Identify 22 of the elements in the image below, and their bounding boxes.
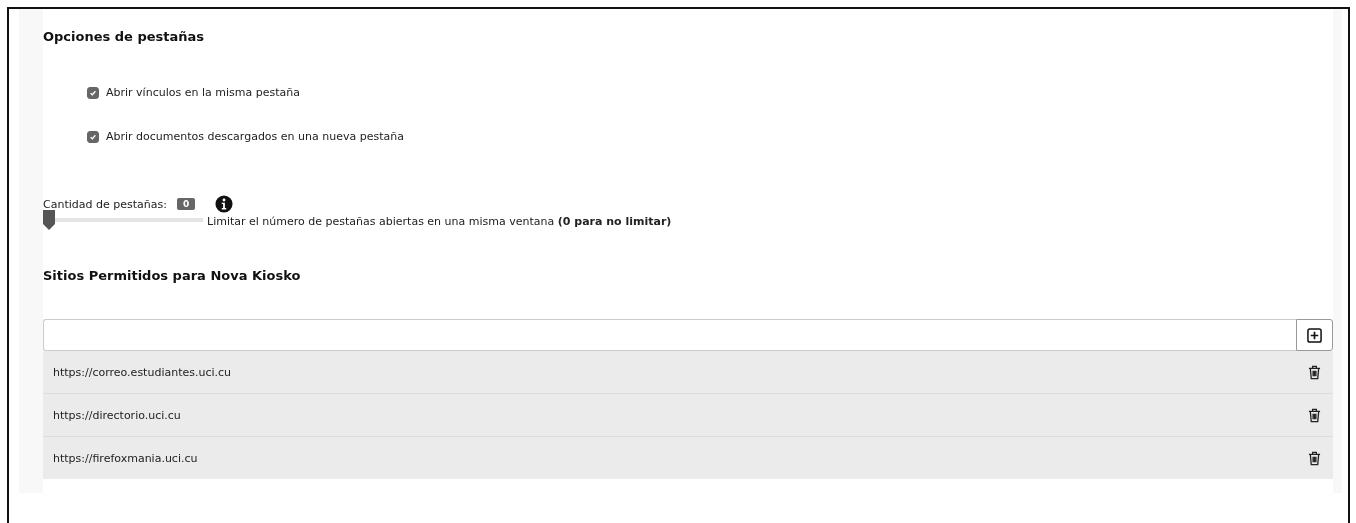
slider-thumb[interactable]: [43, 210, 55, 230]
site-url: https://firefoxmania.uci.cu: [53, 451, 198, 465]
trash-icon[interactable]: [1308, 407, 1321, 423]
checkbox[interactable]: [87, 130, 99, 143]
trash-icon[interactable]: [1308, 364, 1321, 380]
check-icon: [89, 88, 97, 97]
checkbox-label: Abrir vínculos en la misma pestaña: [106, 86, 300, 99]
info-icon[interactable]: [215, 195, 234, 213]
tab-limit-hint: Limitar el número de pestañas abiertas en una misma ventana (0 para no limitar): [207, 215, 672, 228]
section-title: Sitios Permitidos para Nova Kiosko: [43, 268, 302, 283]
site-url: https://directorio.uci.cu: [53, 408, 181, 422]
section-title: Opciones de pestañas: [43, 29, 206, 44]
site-input-field[interactable]: [43, 319, 1296, 351]
checkbox-label: Abrir documentos descargados en una nueva pestaña: [106, 130, 404, 143]
tab-count-label: Cantidad de pestañas:: [43, 197, 167, 211]
site-url: https://correo.estudiantes.uci.cu: [53, 365, 232, 379]
plus-icon: [1307, 327, 1322, 343]
checkbox[interactable]: [87, 86, 99, 99]
check-icon: [89, 132, 97, 141]
trash-icon[interactable]: [1308, 450, 1321, 466]
add-button[interactable]: [1296, 319, 1333, 351]
tab-count-value: 0: [176, 198, 196, 210]
